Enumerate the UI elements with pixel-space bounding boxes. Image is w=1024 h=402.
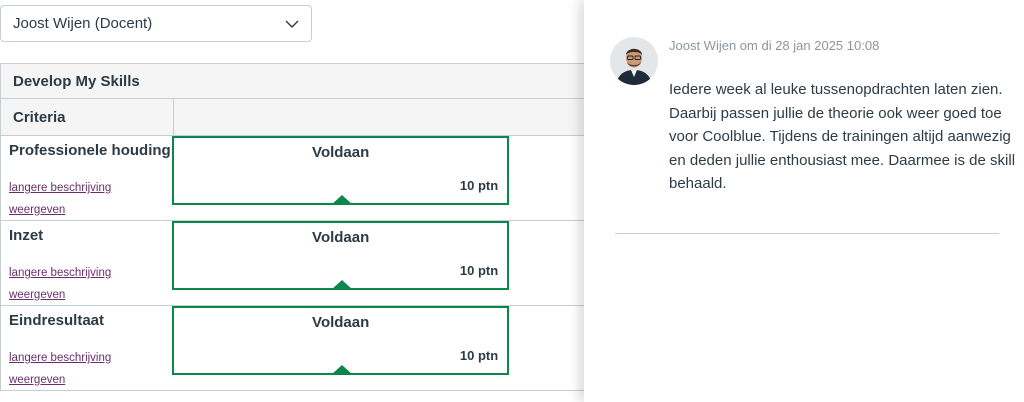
long-description-link-continued[interactable]: weergeven [9, 199, 172, 221]
criteria-header: Criteria [1, 99, 174, 135]
selected-indicator-icon [331, 195, 354, 205]
chevron-down-icon [285, 20, 299, 28]
rubric-header-row: Criteria [0, 99, 584, 136]
rating-description: Voldaan [312, 144, 370, 161]
criterion-cell: Professionele houding langere beschrijvi… [0, 136, 172, 220]
rating-points: 10 ptn [459, 178, 499, 193]
criterion-row: Professionele houding langere beschrijvi… [0, 136, 584, 221]
criterion-cell: Inzet langere beschrijving weergeven [0, 221, 172, 305]
grader-select-value: Joost Wijen (Docent) [13, 15, 153, 32]
rating-option-selected[interactable]: Voldaan 10 ptn [172, 136, 510, 205]
long-description-link[interactable]: langere beschrijving [9, 262, 172, 284]
ratings-cell: Voldaan 10 ptn [172, 221, 584, 305]
long-description-link[interactable]: langere beschrijving [9, 177, 172, 199]
long-description-link[interactable]: langere beschrijving [9, 347, 172, 369]
criterion-name: Inzet [9, 227, 44, 244]
comment-panel: Joost Wijen om di 28 jan 2025 10:08 Iede… [584, 0, 1024, 402]
selected-indicator-icon [331, 365, 354, 375]
avatar [610, 37, 658, 85]
rating-points: 10 ptn [459, 348, 499, 363]
comment-text: Iedere week al leuke tussenopdrachten la… [669, 81, 1016, 192]
rubric-assessment-area: Joost Wijen (Docent) Develop My Skills C… [0, 0, 584, 402]
grader-select[interactable]: Joost Wijen (Docent) [0, 5, 312, 42]
criterion-cell: Eindresultaat langere beschrijving weerg… [0, 306, 172, 390]
criterion-name: Eindresultaat [9, 312, 105, 329]
rubric-title: Develop My Skills [0, 63, 584, 99]
rating-option-selected[interactable]: Voldaan 10 ptn [172, 306, 510, 375]
rubric-table: Develop My Skills Criteria Professionele… [0, 63, 584, 391]
comment-author-meta: Joost Wijen om di 28 jan 2025 10:08 [669, 38, 880, 53]
criterion-row: Inzet langere beschrijving weergeven Vol… [0, 221, 584, 306]
ratings-cell: Voldaan 10 ptn [172, 306, 584, 390]
ratings-cell: Voldaan 10 ptn [172, 136, 584, 220]
rating-option-selected[interactable]: Voldaan 10 ptn [172, 221, 510, 290]
criterion-name: Professionele houding [9, 142, 171, 159]
long-description-link-continued[interactable]: weergeven [9, 369, 172, 391]
divider [615, 233, 999, 234]
selected-indicator-icon [331, 280, 354, 290]
long-description-link-continued[interactable]: weergeven [9, 284, 172, 306]
user-photo-icon [610, 37, 658, 85]
rating-points: 10 ptn [459, 263, 499, 278]
rating-description: Voldaan [312, 229, 370, 246]
criterion-row: Eindresultaat langere beschrijving weerg… [0, 306, 584, 391]
rating-description: Voldaan [312, 314, 370, 331]
